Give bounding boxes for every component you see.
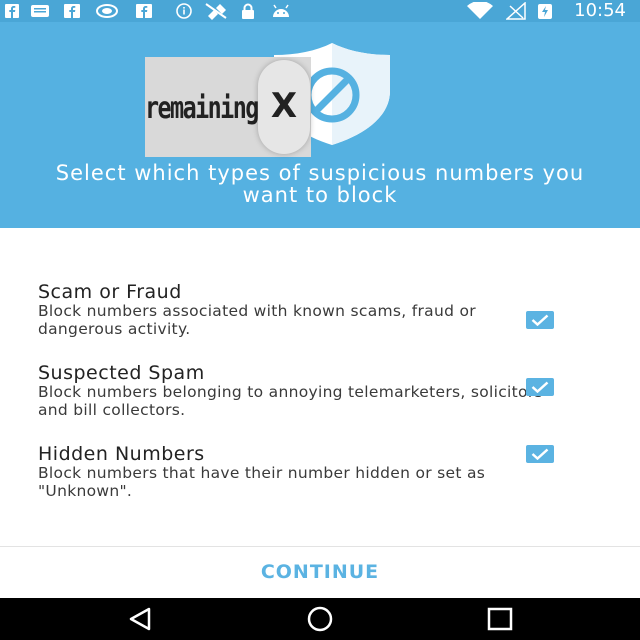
home-icon[interactable] <box>306 606 334 632</box>
no-signal-icon <box>506 2 526 20</box>
option-title: Scam or Fraud <box>38 281 182 303</box>
option-title: Hidden Numbers <box>38 443 205 465</box>
status-time: 10:54 <box>574 0 626 21</box>
nvidia-icon <box>96 4 118 18</box>
info-icon <box>176 3 192 19</box>
hidden-numbers-checkbox[interactable] <box>526 445 554 463</box>
checkmark-icon <box>531 448 549 460</box>
option-suspected-spam[interactable]: Suspected Spam Block numbers belonging t… <box>38 362 598 419</box>
checkmark-icon <box>531 314 549 326</box>
divider <box>0 546 640 547</box>
scam-fraud-checkbox[interactable] <box>526 311 554 329</box>
header: Select which types of suspicious numbers… <box>0 22 640 228</box>
facebook-icon <box>136 4 152 18</box>
option-description: Block numbers belonging to annoying tele… <box>38 383 543 419</box>
option-title: Suspected Spam <box>38 362 205 384</box>
navigation-bar <box>0 598 640 640</box>
continue-button[interactable]: CONTINUE <box>0 561 640 583</box>
close-icon: X <box>270 86 298 126</box>
satellite-icon <box>205 3 227 20</box>
option-description: Block numbers that have their number hid… <box>38 464 486 500</box>
recents-icon[interactable] <box>486 606 514 632</box>
suspected-spam-checkbox[interactable] <box>526 378 554 396</box>
status-bar: 10:54 <box>0 0 640 22</box>
message-icon <box>31 5 49 17</box>
option-description: Block numbers associated with known scam… <box>38 302 476 338</box>
ad-remaining-text: remaining <box>145 91 259 126</box>
header-title: Select which types of suspicious numbers… <box>55 161 585 207</box>
back-icon[interactable] <box>127 606 155 632</box>
lock-icon <box>242 3 254 19</box>
facebook-icon <box>64 4 80 18</box>
ad-close-button[interactable]: X <box>258 60 310 154</box>
checkmark-icon <box>531 381 549 393</box>
android-icon <box>273 4 289 17</box>
option-scam-fraud[interactable]: Scam or Fraud Block numbers associated w… <box>38 281 598 338</box>
facebook-icon <box>5 4 19 18</box>
option-hidden-numbers[interactable]: Hidden Numbers Block numbers that have t… <box>38 443 598 500</box>
wifi-icon <box>467 2 493 19</box>
battery-charging-icon <box>538 4 552 19</box>
